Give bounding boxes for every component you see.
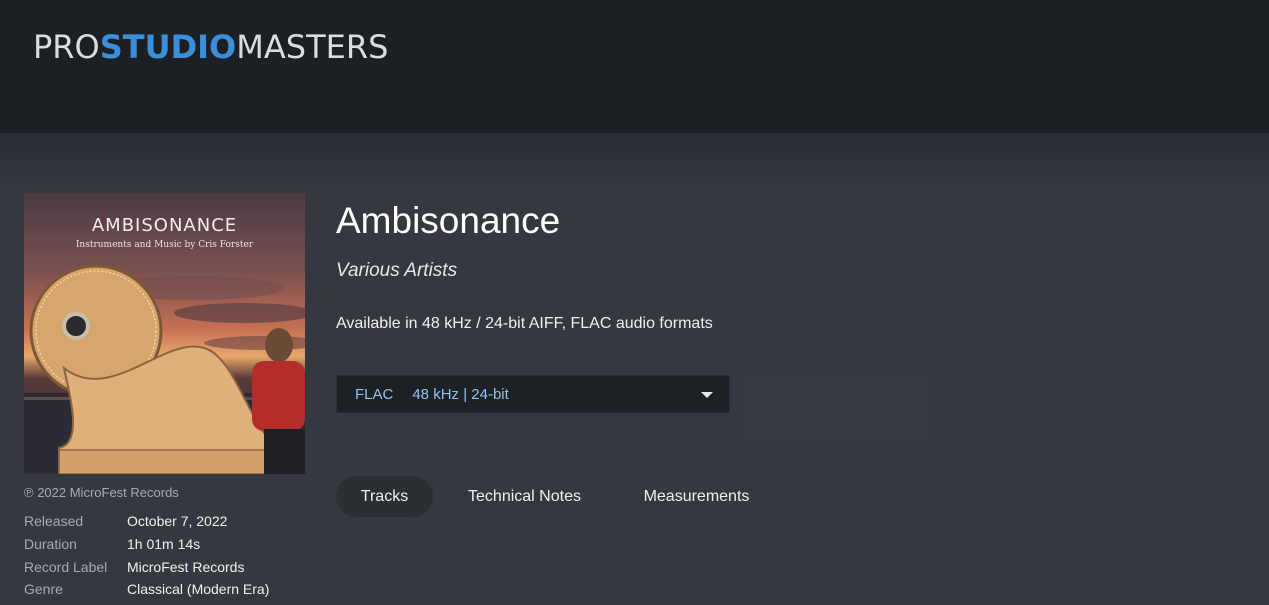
meta-row-released: Released October 7, 2022 xyxy=(24,510,269,533)
caret-down-icon xyxy=(701,392,713,398)
album-cover-image: AMBISONANCE Instruments and Music by Cri… xyxy=(24,193,305,474)
top-header: PROSTUDIOMASTERS xyxy=(0,0,1269,133)
album-artist-link[interactable]: Various Artists xyxy=(336,260,457,282)
logo-part-studio: STUDIO xyxy=(99,28,237,66)
meta-row-duration: Duration 1h 01m 14s xyxy=(24,533,269,556)
cover-title-text: AMBISONANCE xyxy=(91,215,238,236)
purchase-panel-placeholder xyxy=(745,378,930,440)
meta-value: 1h 01m 14s xyxy=(127,536,201,553)
selected-format: FLAC xyxy=(355,385,394,403)
meta-value: MicroFest Records xyxy=(127,558,245,575)
prostudiomasters-logo[interactable]: PROSTUDIOMASTERS xyxy=(33,28,388,66)
tab-tracks[interactable]: Tracks xyxy=(336,476,433,517)
format-quality-dropdown[interactable]: FLAC 48 kHz | 24-bit xyxy=(336,375,730,413)
header-shadow-band xyxy=(0,133,1269,193)
meta-label: Duration xyxy=(24,536,77,553)
logo-part-pro: PRO xyxy=(33,28,100,66)
tab-measurements[interactable]: Measurements xyxy=(624,476,769,517)
meta-row-genre: Genre Classical (Modern Era) xyxy=(24,578,269,601)
meta-value: Classical (Modern Era) xyxy=(127,581,270,598)
meta-row-record-label: Record Label MicroFest Records xyxy=(24,555,269,578)
copyright-text: ℗ 2022 MicroFest Records xyxy=(24,485,179,500)
album-metadata: Released October 7, 2022 Duration 1h 01m… xyxy=(24,510,269,601)
logo-part-masters: MASTERS xyxy=(236,28,389,66)
selected-quality: 48 kHz | 24-bit xyxy=(412,385,509,403)
meta-value: October 7, 2022 xyxy=(127,513,228,530)
meta-label: Genre xyxy=(24,581,63,598)
availability-text: Available in 48 kHz / 24-bit AIFF, FLAC … xyxy=(336,315,713,332)
meta-label: Released xyxy=(24,513,84,530)
meta-label: Record Label xyxy=(24,558,108,575)
cover-subtitle-text: Instruments and Music by Cris Forster xyxy=(75,240,254,250)
album-title: Ambisonance xyxy=(336,200,561,241)
tab-technical-notes[interactable]: Technical Notes xyxy=(449,476,600,517)
